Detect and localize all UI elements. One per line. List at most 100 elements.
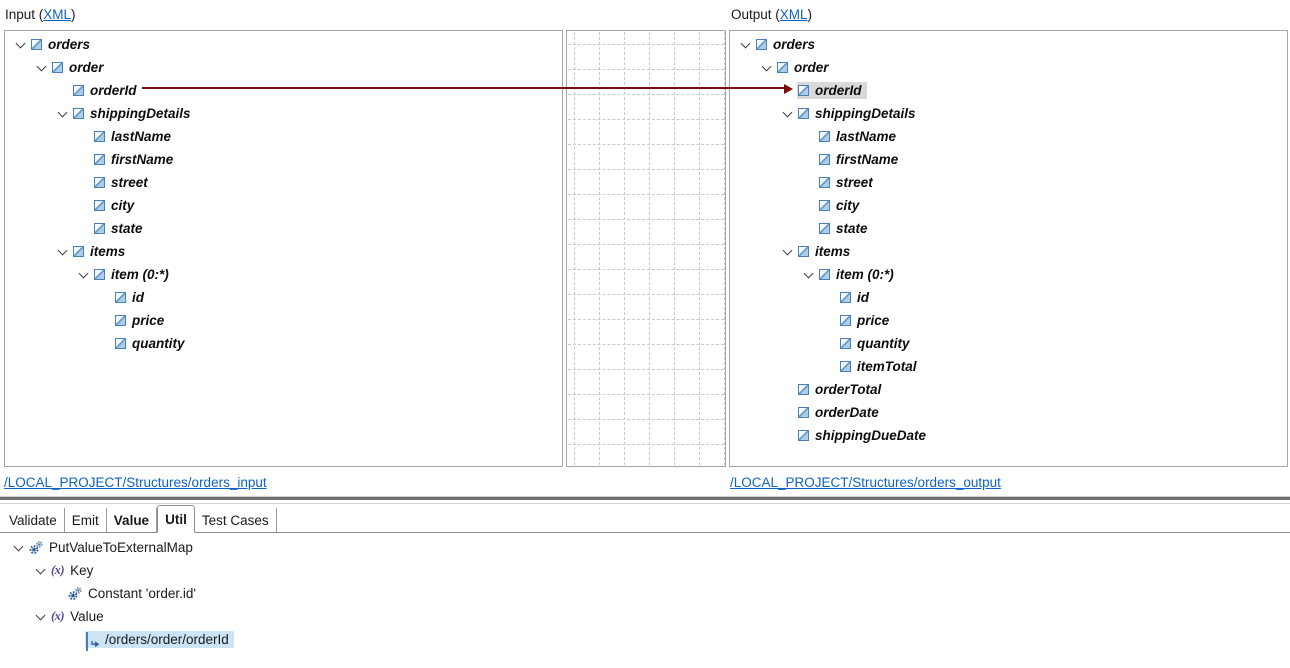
node-cell: order	[51, 59, 109, 76]
node-label: price	[132, 313, 164, 328]
node-label: firstName	[836, 152, 898, 167]
xml-element-icon	[94, 154, 105, 165]
node-cell: price	[839, 312, 894, 329]
util-node-key[interactable]: (x)Key	[0, 559, 1290, 582]
node-cell: shippingDetails	[797, 105, 921, 122]
xml-element-icon	[777, 62, 788, 73]
input-node-orders[interactable]: orders	[5, 33, 562, 56]
horizontal-splitter[interactable]	[0, 497, 1290, 500]
grid-line	[624, 32, 625, 465]
chevron-down-icon[interactable]	[73, 273, 93, 277]
grid-line	[599, 32, 600, 465]
gears-icon	[68, 587, 82, 601]
input-node-firstname[interactable]: firstName	[5, 148, 562, 171]
input-node-state[interactable]: state	[5, 217, 562, 240]
tab-emit[interactable]: Emit	[65, 508, 107, 532]
output-node-orderdate[interactable]: orderDate	[730, 401, 1287, 424]
output-node-itemtotal[interactable]: itemTotal	[730, 355, 1287, 378]
xml-element-icon	[798, 407, 809, 418]
mapping-line-orderid[interactable]	[142, 87, 784, 89]
output-node-orderid[interactable]: orderId	[730, 79, 1287, 102]
input-node-orderid[interactable]: orderId	[5, 79, 562, 102]
node-label: price	[857, 313, 889, 328]
chevron-down-icon[interactable]	[777, 112, 797, 116]
grid-line	[568, 244, 724, 245]
node-label: street	[111, 175, 148, 190]
xml-element-icon	[73, 85, 84, 96]
output-structure-link[interactable]: /LOCAL_PROJECT/Structures/orders_output	[730, 475, 1001, 490]
input-structure-link[interactable]: /LOCAL_PROJECT/Structures/orders_input	[4, 475, 267, 490]
output-node-ordertotal[interactable]: orderTotal	[730, 378, 1287, 401]
output-node-state[interactable]: state	[730, 217, 1287, 240]
input-node-items[interactable]: items	[5, 240, 562, 263]
xml-element-icon	[798, 246, 809, 257]
output-node-firstname[interactable]: firstName	[730, 148, 1287, 171]
input-node-item-0-[interactable]: item (0:*)	[5, 263, 562, 286]
node-label: orders	[773, 37, 815, 52]
chevron-down-icon[interactable]	[8, 546, 28, 550]
grid-line	[568, 294, 724, 295]
chevron-down-icon[interactable]	[31, 66, 51, 70]
tab-util[interactable]: Util	[157, 505, 195, 533]
tab-test-cases[interactable]: Test Cases	[195, 508, 277, 532]
input-node-lastname[interactable]: lastName	[5, 125, 562, 148]
xml-element-icon	[819, 154, 830, 165]
chevron-down-icon[interactable]	[798, 273, 818, 277]
input-node-order[interactable]: order	[5, 56, 562, 79]
node-cell: state	[93, 220, 148, 237]
input-tree-panel: orders order orderId shippingDetails lastNam…	[4, 30, 563, 467]
chevron-down-icon[interactable]	[735, 43, 755, 47]
output-node-orders[interactable]: orders	[730, 33, 1287, 56]
chevron-down-icon[interactable]	[756, 66, 776, 70]
input-xml-link[interactable]: XML	[43, 7, 71, 22]
output-node-lastname[interactable]: lastName	[730, 125, 1287, 148]
output-node-shippingdetails[interactable]: shippingDetails	[730, 102, 1287, 125]
node-label: lastName	[111, 129, 171, 144]
node-label: orderId	[90, 83, 137, 98]
grid-line	[724, 32, 725, 465]
output-node-items[interactable]: items	[730, 240, 1287, 263]
xml-element-icon	[819, 200, 830, 211]
output-node-quantity[interactable]: quantity	[730, 332, 1287, 355]
output-node-order[interactable]: order	[730, 56, 1287, 79]
input-node-shippingdetails[interactable]: shippingDetails	[5, 102, 562, 125]
chevron-down-icon[interactable]	[30, 569, 50, 573]
chevron-down-icon[interactable]	[10, 43, 30, 47]
node-cell: shippingDetails	[72, 105, 196, 122]
xml-element-icon	[115, 315, 126, 326]
node-label: shippingDueDate	[815, 428, 926, 443]
output-node-shippingduedate[interactable]: shippingDueDate	[730, 424, 1287, 447]
input-node-street[interactable]: street	[5, 171, 562, 194]
input-node-id[interactable]: id	[5, 286, 562, 309]
util-node-putvaluetoexternalmap[interactable]: PutValueToExternalMap	[0, 536, 1290, 559]
output-node-city[interactable]: city	[730, 194, 1287, 217]
util-node--orders-order-orderid[interactable]: /orders/order/orderId	[0, 628, 1290, 651]
output-xml-link[interactable]: XML	[780, 7, 808, 22]
mapping-canvas[interactable]	[566, 30, 726, 467]
output-node-item-0-[interactable]: item (0:*)	[730, 263, 1287, 286]
output-node-price[interactable]: price	[730, 309, 1287, 332]
chevron-down-icon[interactable]	[52, 112, 72, 116]
output-node-street[interactable]: street	[730, 171, 1287, 194]
node-cell: price	[114, 312, 169, 329]
node-label: orderId	[815, 83, 862, 98]
chevron-down-icon[interactable]	[777, 250, 797, 254]
function-fx-icon: (x)	[51, 563, 64, 578]
input-panel-title: Input (XML)	[5, 7, 76, 22]
node-cell: firstName	[818, 151, 903, 168]
output-node-id[interactable]: id	[730, 286, 1287, 309]
xml-element-icon	[798, 430, 809, 441]
xml-element-icon	[94, 177, 105, 188]
grid-line	[568, 194, 724, 195]
input-node-city[interactable]: city	[5, 194, 562, 217]
util-node-constant-order-id-[interactable]: Constant 'order.id'	[0, 582, 1290, 605]
util-node-value[interactable]: (x)Value	[0, 605, 1290, 628]
input-node-price[interactable]: price	[5, 309, 562, 332]
input-node-quantity[interactable]: quantity	[5, 332, 562, 355]
chevron-down-icon[interactable]	[30, 615, 50, 619]
tab-value[interactable]: Value	[107, 508, 157, 532]
node-cell: items	[797, 243, 855, 260]
grid-line	[649, 32, 650, 465]
tab-validate[interactable]: Validate	[2, 508, 65, 532]
chevron-down-icon[interactable]	[52, 250, 72, 254]
